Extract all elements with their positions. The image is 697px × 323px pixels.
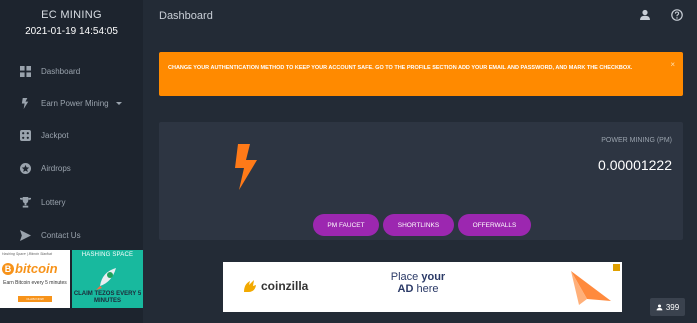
bolt-icon (19, 97, 31, 109)
coinzilla-banner-ad[interactable]: coinzilla Place your AD here (223, 262, 622, 312)
ad-text: Earn Bitcoin every 5 minutes (3, 280, 67, 286)
sidebar-item-label: Jackpot (41, 130, 69, 140)
sidebar-item-label: Lottery (41, 197, 66, 207)
sidebar-item-label: Airdrops (41, 163, 71, 173)
datetime: 2021-01-19 14:54:05 (25, 26, 118, 37)
here-text: here (416, 283, 439, 295)
sidebar-item-airdrops[interactable]: Airdrops (0, 155, 143, 181)
sidebar: EC MINING 2021-01-19 14:54:05 Dashboard … (0, 0, 143, 323)
adchoices-icon[interactable] (613, 264, 620, 271)
ad-caption: HASHING SPACE (81, 252, 134, 258)
trophy-icon (19, 196, 31, 208)
rocket-icon (96, 268, 116, 290)
place-your-ad-text: Place your AD here (388, 271, 448, 295)
arrow-graphic (571, 271, 611, 305)
online-counter: 399 (650, 298, 685, 316)
your-text: your (421, 271, 446, 283)
sidebar-item-earn-power-mining[interactable]: Earn Power Mining (0, 90, 143, 116)
brand-title: EC MINING (41, 9, 102, 21)
bitcoin-ad[interactable]: Hashing Space | Bitcoin Starlkat B bitco… (0, 250, 70, 308)
bitcoin-logo: B bitcoin (2, 261, 58, 276)
offerwalls-button[interactable]: OFFERWALLS (458, 214, 531, 236)
coinzilla-icon (244, 280, 256, 292)
ad-text: CLAIM TEZOS EVERY 5 MINUTES (73, 291, 142, 304)
close-icon[interactable]: × (670, 60, 675, 69)
send-icon (19, 229, 31, 241)
bolt-icon (235, 144, 257, 190)
coinzilla-wordmark: coinzilla (261, 279, 309, 293)
sidebar-item-label: Dashboard (41, 66, 81, 76)
shortlinks-button[interactable]: SHORTLINKS (383, 214, 454, 236)
sidebar-item-label: Contact Us (41, 230, 81, 240)
place-text: Place (390, 271, 419, 283)
bitcoin-wordmark: bitcoin (15, 261, 58, 276)
star-icon (19, 162, 31, 174)
sidebar-item-contact-us[interactable]: Contact Us (0, 222, 143, 248)
power-mining-label: POWER MINING (PM) (601, 137, 672, 144)
dashboard-icon (19, 65, 31, 77)
page-title: Dashboard (159, 10, 213, 22)
alert-message: CHANGE YOUR AUTHENTICATION METHOD TO KEE… (168, 65, 633, 71)
ad-text: AD (397, 283, 414, 295)
sidebar-item-lottery[interactable]: Lottery (0, 189, 143, 215)
sidebar-item-jackpot[interactable]: Jackpot (0, 122, 143, 148)
tezos-ad[interactable]: HASHING SPACE CLAIM TEZOS EVERY 5 MINUTE… (72, 250, 143, 308)
claim-now-button[interactable]: CLAIM NOW (18, 296, 52, 302)
bitcoin-icon: B (2, 262, 14, 275)
user-icon (656, 304, 663, 310)
pm-faucet-button[interactable]: PM FAUCET (313, 214, 379, 236)
user-icon[interactable] (639, 9, 651, 21)
chevron-down-icon (115, 101, 122, 105)
security-alert: CHANGE YOUR AUTHENTICATION METHOD TO KEE… (159, 52, 683, 96)
power-mining-card: POWER MINING (PM) 0.00001222 PM FAUCET S… (159, 122, 683, 240)
ad-caption: Hashing Space | Bitcoin Starlkat (2, 252, 52, 256)
sidebar-item-label: Earn Power Mining (41, 98, 109, 108)
dice-icon (19, 129, 31, 141)
counter-value: 399 (665, 302, 680, 312)
power-mining-value: 0.00001222 (598, 157, 672, 173)
coinzilla-logo: coinzilla (242, 278, 308, 294)
help-icon[interactable] (671, 9, 683, 21)
sidebar-item-dashboard[interactable]: Dashboard (0, 58, 143, 84)
